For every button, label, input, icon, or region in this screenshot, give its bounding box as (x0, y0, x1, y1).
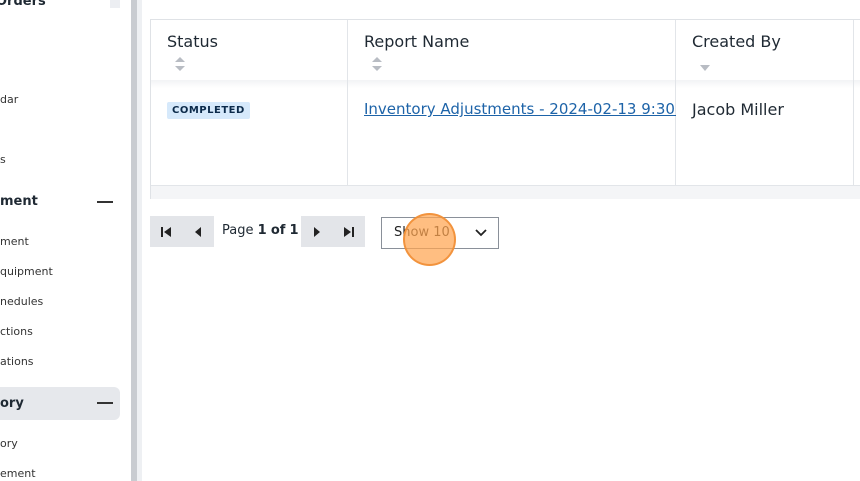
column-header-label: Report Name (364, 32, 470, 51)
previous-page-icon (195, 226, 201, 237)
table-horizontal-scrollbar[interactable] (151, 185, 860, 199)
column-divider (853, 20, 854, 185)
sidebar-item-s[interactable]: s (0, 153, 6, 166)
status-badge: COMPLETED (167, 102, 250, 119)
sidebar-item-inventory-management[interactable]: ement (0, 467, 36, 480)
sidebar-item-equipment[interactable]: ment (0, 235, 29, 248)
page-indicator: Page 1 of 1 (222, 223, 299, 238)
next-page-button[interactable] (301, 216, 333, 247)
sort-descending-icon[interactable] (700, 64, 710, 72)
reports-table: Status Report Name Created By COMPLETED … (150, 19, 860, 199)
sidebar-item-inventory[interactable]: ory (0, 437, 18, 450)
chevron-down-icon (475, 229, 487, 237)
current-page: 1 (257, 223, 267, 238)
column-header-status[interactable]: Status (151, 20, 348, 86)
sidebar-section-orders[interactable]: Orders (0, 0, 46, 9)
last-page-button[interactable] (333, 216, 365, 247)
column-header-report-name[interactable]: Report Name (348, 20, 676, 86)
column-header-label: Created By (692, 32, 781, 51)
created-by-cell: Jacob Miller (692, 100, 784, 119)
page-size-value: Show 10 (394, 225, 450, 240)
sort-icon[interactable] (372, 57, 382, 71)
page-size-select[interactable]: Show 10 (381, 217, 499, 249)
sidebar-item-calendar[interactable]: dar (0, 93, 18, 106)
column-header-label: Status (167, 32, 218, 51)
first-page-icon (161, 226, 171, 237)
collapse-equipment-minus-icon[interactable] (97, 201, 113, 203)
report-name-link[interactable]: Inventory Adjustments - 2024-02-13 9:30 … (364, 100, 676, 118)
next-page-icon (314, 226, 320, 237)
sidebar: Orders dar s ment ment quipment nedules … (0, 0, 131, 481)
sort-icon[interactable] (175, 57, 185, 71)
sidebar-item-schedules[interactable]: nedules (0, 295, 43, 308)
sidebar-item-locations[interactable]: ations (0, 355, 34, 368)
column-header-created-by[interactable]: Created By (676, 20, 854, 86)
collapse-inventory-minus-icon[interactable] (97, 402, 113, 404)
sidebar-item-inspections[interactable]: ctions (0, 325, 33, 338)
first-page-button[interactable] (150, 216, 182, 247)
page-prefix: Page (222, 223, 254, 238)
last-page-icon (344, 226, 354, 237)
content-gutter (137, 0, 142, 481)
sidebar-scroll-marker (110, 0, 120, 8)
previous-page-button[interactable] (182, 216, 214, 247)
sidebar-section-equipment[interactable]: ment (0, 194, 38, 209)
sidebar-item-equipment-list[interactable]: quipment (0, 265, 53, 278)
total-pages: 1 (289, 223, 299, 238)
of-label: of (270, 223, 286, 238)
sidebar-section-inventory[interactable]: ory (0, 396, 24, 411)
